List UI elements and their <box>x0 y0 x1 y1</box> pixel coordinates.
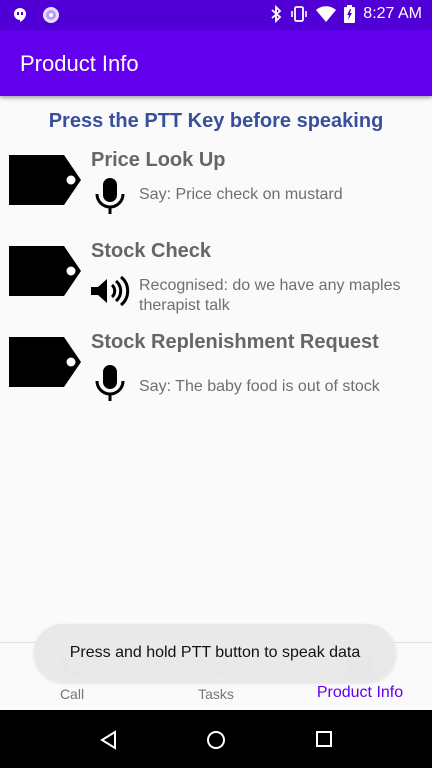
clock: 8:27 AM <box>363 5 422 22</box>
item-detail: Recognised: do we have any maples therap… <box>139 277 401 314</box>
item-title: Stock Check <box>91 240 212 262</box>
price-tag-icon <box>9 155 81 205</box>
microphone-icon[interactable] <box>92 178 128 216</box>
microphone-icon[interactable] <box>92 365 128 403</box>
battery-charging-icon <box>344 5 356 23</box>
item-detail: Say: The baby food is out of stock <box>139 378 380 395</box>
page-title: Product Info <box>20 51 139 76</box>
list-item[interactable]: Price Look Up Say: Price check on mustar… <box>0 149 432 229</box>
nav-label: Call <box>59 686 85 702</box>
item-title: Stock Replenishment Request <box>91 331 379 353</box>
speaker-icon[interactable] <box>90 276 130 314</box>
vibrate-icon <box>290 5 308 23</box>
list-item[interactable]: Stock Replenishment Request Say: The bab… <box>0 331 432 411</box>
item-detail: Say: Price check on mustard <box>139 186 343 203</box>
status-bar: 8:27 AM <box>0 0 432 30</box>
ptt-instruction: Press the PTT Key before speaking <box>48 110 384 132</box>
nav-label: Product Info <box>316 684 404 701</box>
nav-label: Tasks <box>198 686 234 702</box>
item-title: Price Look Up <box>91 149 226 171</box>
app-bar: Product Info <box>0 30 432 96</box>
toast-message: Press and hold PTT button to speak data <box>34 624 396 682</box>
app-notification-icon <box>42 6 60 24</box>
back-icon[interactable] <box>99 730 117 750</box>
wifi-icon <box>316 6 337 22</box>
system-navigation-bar <box>0 710 432 768</box>
price-tag-icon <box>9 337 81 387</box>
bluetooth-icon <box>270 5 282 23</box>
price-tag-icon <box>9 246 81 296</box>
list-item[interactable]: Stock Check Recognised: do we have any m… <box>0 240 432 320</box>
recents-icon[interactable] <box>315 730 333 748</box>
hangouts-icon <box>12 7 28 23</box>
home-icon[interactable] <box>206 730 226 750</box>
